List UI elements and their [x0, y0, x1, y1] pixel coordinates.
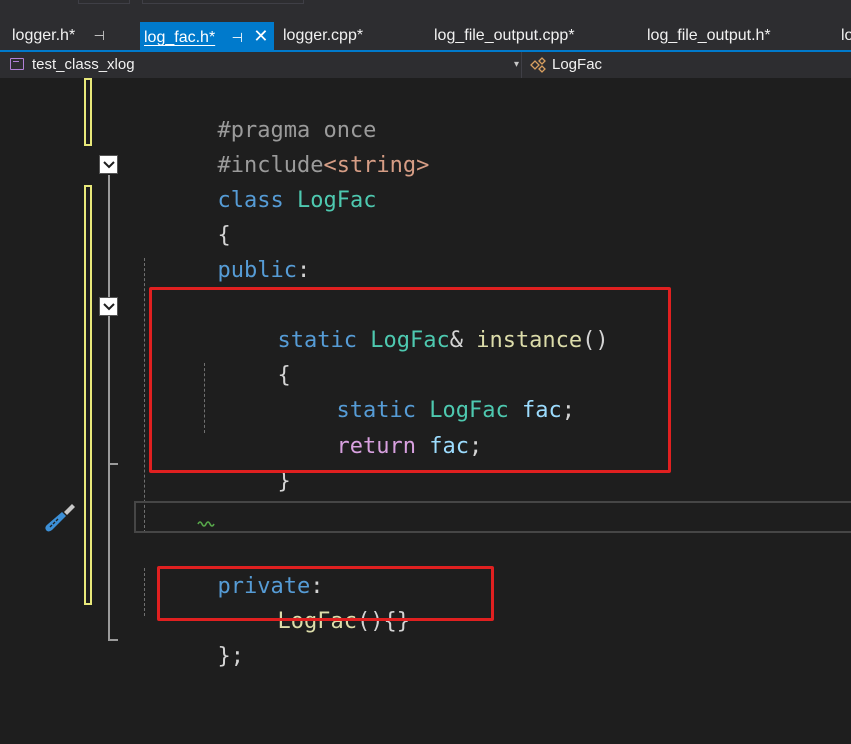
tab-log-file-output-h[interactable]: log_file_output.h* [647, 22, 771, 50]
tab-label: logger.h* [12, 27, 76, 44]
tab-label: lo [841, 27, 851, 44]
tab-log-file-output-cpp[interactable]: log_file_output.cpp* [434, 22, 575, 50]
tab-label: logger.cpp* [283, 27, 364, 44]
code-line-14: private: [138, 534, 323, 599]
screwdriver-icon[interactable] [42, 500, 78, 534]
close-icon[interactable]: ✕ [253, 22, 268, 50]
chevron-down-icon[interactable]: ▾ [514, 52, 519, 78]
closing-brace: }; [217, 644, 244, 669]
code-line-5: public: [138, 218, 310, 283]
code-line-3: class LogFac [138, 148, 376, 213]
suggestion-squiggle[interactable] [197, 520, 217, 528]
code-line-4: { [138, 183, 230, 248]
tab-logger-h[interactable]: logger.h* ⊣ [12, 22, 105, 50]
tab-logger-cpp[interactable]: logger.cpp* [283, 22, 363, 50]
toolbar-ghost [78, 0, 130, 4]
annotation-box-constructor [157, 566, 494, 621]
project-icon [10, 58, 24, 70]
colon: : [296, 258, 311, 283]
tab-label: log_fac.h* [144, 29, 216, 46]
toolbar-ghost [142, 0, 304, 4]
document-tab-bar: logger.h* ⊣ log_fac.h* ⊣ ✕ logger.cpp* l… [0, 22, 851, 50]
pin-icon[interactable]: ⊣ [94, 22, 105, 50]
member-dropdown[interactable]: LogFac [530, 52, 850, 78]
scope-label: test_class_xlog [32, 56, 135, 73]
type-name: LogFac [296, 188, 377, 213]
member-label: LogFac [552, 56, 603, 73]
access-specifier: public [217, 258, 297, 283]
pin-icon[interactable]: ⊣ [232, 24, 243, 52]
tab-overflow[interactable]: lo [841, 22, 851, 50]
code-line-1: #pragma once [138, 78, 376, 143]
title-strip [0, 0, 851, 22]
tab-label: log_file_output.h* [647, 27, 771, 44]
tab-log-fac-h[interactable]: log_fac.h* ⊣ ✕ [140, 22, 274, 50]
tab-label: log_file_output.cpp* [434, 27, 575, 44]
annotation-box-instance [149, 287, 671, 473]
project-scope-dropdown[interactable]: test_class_xlog ▾ [6, 52, 522, 78]
code-editor[interactable]: #pragma once #include<string> class LogF… [0, 78, 851, 744]
class-icon [530, 57, 546, 73]
navigation-bar: test_class_xlog ▾ LogFac [0, 50, 851, 78]
code-line-2: #include<string> [138, 113, 429, 178]
